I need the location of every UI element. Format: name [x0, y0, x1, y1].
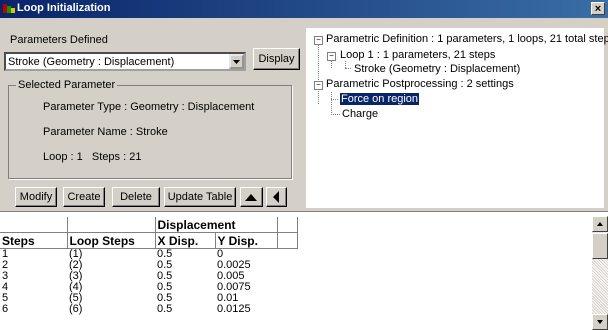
table-row[interactable]: 1 (1) 0.5 0 [0, 249, 297, 261]
display-button[interactable]: Display [253, 48, 300, 70]
table-cell[interactable]: 1 [0, 249, 67, 261]
table-cell[interactable]: 5 [0, 293, 67, 304]
selected-parameter-legend: Selected Parameter [16, 79, 118, 91]
collapse-icon[interactable]: − [327, 52, 336, 61]
tree-line [331, 114, 340, 115]
table-cell[interactable]: 0.0125 [215, 304, 277, 315]
parameter-select[interactable]: Stroke (Geometry : Displacement) [4, 52, 246, 71]
collapse-icon[interactable]: − [314, 81, 323, 90]
parametric-tree[interactable]: − Parametric Definition : 1 parameters, … [306, 28, 608, 208]
dropdown-arrow-icon[interactable] [229, 54, 244, 69]
table-scrollbar[interactable] [592, 216, 608, 330]
tree-line [345, 68, 351, 69]
header-empty [67, 217, 156, 233]
tree-line [331, 92, 332, 115]
create-button[interactable]: Create [63, 187, 105, 207]
parameter-type: Parameter Type : Geometry : Displacement [43, 101, 255, 113]
displacement-group-header: Displacement [155, 217, 278, 233]
collapse-icon[interactable]: − [314, 36, 323, 45]
tree-line [345, 61, 346, 68]
parameter-select-value: Stroke (Geometry : Displacement) [8, 56, 175, 68]
move-left-button[interactable] [266, 187, 287, 207]
tree-force-on-region[interactable]: Force on region [338, 92, 421, 106]
scrollbar-thumb[interactable] [592, 233, 608, 259]
header-empty [277, 232, 298, 249]
up-arrow-icon [245, 194, 257, 201]
table-row[interactable]: 2 (2) 0.5 0.0025 [0, 260, 297, 271]
delete-button[interactable]: Delete [112, 187, 160, 207]
table-cell[interactable]: 4 [0, 282, 67, 293]
title-bar: Loop Initialization × [0, 0, 608, 18]
column-header[interactable]: Y Disp. [215, 232, 278, 249]
table-cell[interactable]: 2 [0, 260, 67, 271]
header-empty [277, 217, 298, 233]
table-cell[interactable]: 6 [0, 304, 67, 315]
steps-table-grid: Displacement Steps Loop Steps X Disp. Y … [0, 217, 298, 315]
scroll-down-icon[interactable] [592, 314, 608, 330]
column-header[interactable]: Steps [0, 232, 68, 249]
left-arrow-icon [273, 191, 279, 203]
column-header[interactable]: Loop Steps [67, 232, 156, 249]
modify-button[interactable]: Modify [15, 187, 57, 207]
tree-loop-1[interactable]: Loop 1 : 1 parameters, 21 steps [340, 49, 495, 61]
table-row[interactable]: 6 (6) 0.5 0.0125 [0, 304, 297, 315]
tree-stroke[interactable]: Stroke (Geometry : Displacement) [354, 63, 520, 75]
tree-parametric-definition[interactable]: Parametric Definition : 1 parameters, 1 … [326, 33, 608, 45]
parameter-loop-steps: Loop : 1 Steps : 21 [43, 151, 142, 163]
header-empty [0, 217, 68, 233]
tree-parametric-postprocessing[interactable]: Parametric Postprocessing : 2 settings [326, 78, 514, 90]
steps-table[interactable]: Displacement Steps Loop Steps X Disp. Y … [0, 213, 608, 330]
table-row[interactable]: 5 (5) 0.5 0.01 [0, 293, 297, 304]
table-cell[interactable]: 3 [0, 271, 67, 282]
parameters-heading: Parameters Defined [10, 34, 108, 46]
table-row[interactable]: 4 (4) 0.5 0.0075 [0, 282, 297, 293]
column-header[interactable]: X Disp. [155, 232, 216, 249]
table-cell[interactable]: (6) [67, 304, 155, 315]
tree-line [318, 42, 319, 104]
close-icon[interactable]: × [591, 2, 605, 15]
window-title: Loop Initialization [17, 2, 111, 14]
tree-line [331, 99, 340, 100]
parameter-name: Parameter Name : Stroke [43, 126, 168, 138]
app-icon [3, 4, 15, 13]
update-table-button[interactable]: Update Table [164, 187, 236, 207]
move-up-button[interactable] [240, 187, 263, 207]
table-cell[interactable]: 0.5 [155, 304, 215, 315]
table-row[interactable]: 3 (3) 0.5 0.005 [0, 271, 297, 282]
tree-charge[interactable]: Charge [342, 108, 378, 120]
scroll-up-icon[interactable] [592, 216, 608, 232]
